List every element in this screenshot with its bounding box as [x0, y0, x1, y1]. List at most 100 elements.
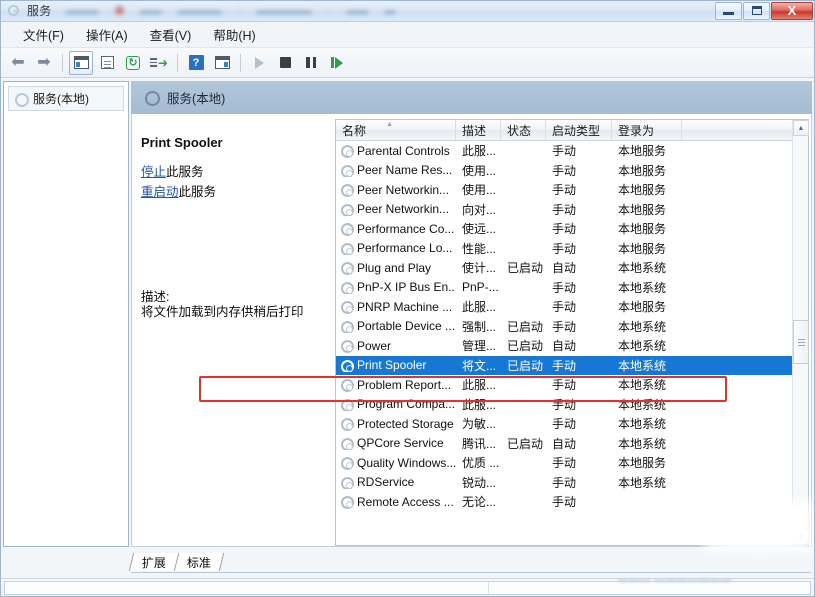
- table-row[interactable]: Parental Controls此服...手动本地服务: [336, 141, 808, 161]
- details-pane: 服务(本地) Print Spooler 停止此服务 重启动此服务 描述: 将文…: [131, 81, 812, 547]
- table-row[interactable]: Portable Device ...强制...已启动手动本地系统: [336, 317, 808, 337]
- cell-startup-type: 自动: [546, 259, 612, 276]
- obscured-text-5: ▬▬: [346, 5, 368, 17]
- tab-extended[interactable]: 扩展: [129, 553, 179, 571]
- table-row[interactable]: Peer Name Res...使用...手动本地服务: [336, 161, 808, 181]
- scrollbar-thumb[interactable]: [793, 320, 809, 364]
- table-row[interactable]: Peer Networkin...使用...手动本地服务: [336, 180, 808, 200]
- menu-action[interactable]: 操作(A): [75, 22, 139, 47]
- cell-description: 使计...: [456, 259, 501, 276]
- help-button[interactable]: ?: [184, 51, 208, 75]
- forward-button[interactable]: ➡: [32, 51, 56, 75]
- window-gear-icon: [6, 3, 22, 19]
- obscured-text-6: ▬: [384, 5, 395, 17]
- column-header-name[interactable]: 名称: [336, 120, 456, 140]
- back-button[interactable]: ⬅: [6, 51, 30, 75]
- cell-startup-type: 手动: [546, 181, 612, 198]
- stop-service-link[interactable]: 停止此服务: [141, 162, 216, 182]
- cell-name: RDService: [336, 475, 456, 489]
- tree-node-services-local[interactable]: 服务(本地): [8, 86, 124, 111]
- menu-help[interactable]: 帮助(H): [202, 22, 266, 47]
- cell-name: Peer Networkin...: [336, 183, 456, 197]
- cell-startup-type: 手动: [546, 474, 612, 491]
- table-row[interactable]: RDService锐动... 手动本地系统: [336, 473, 808, 493]
- properties-button[interactable]: [95, 51, 119, 75]
- cell-startup-type: 手动: [546, 201, 612, 218]
- cell-description: 向对...: [456, 201, 501, 218]
- table-row[interactable]: Program Compa...此服...手动本地系统: [336, 395, 808, 415]
- table-row[interactable]: Power管理...已启动自动本地系统: [336, 336, 808, 356]
- restart-service-button[interactable]: [325, 51, 349, 75]
- toolbar-separator: [62, 54, 63, 72]
- table-row[interactable]: PnP-X IP Bus En...PnP-...手动本地系统: [336, 278, 808, 298]
- minimize-button[interactable]: [715, 2, 742, 20]
- cell-name: Remote Access ...: [336, 495, 456, 509]
- export-list-button[interactable]: ➜: [147, 51, 171, 75]
- service-name-label: QPCore Service: [357, 436, 444, 450]
- table-row[interactable]: Performance Co...使远...手动本地服务: [336, 219, 808, 239]
- service-action-links: 停止此服务 重启动此服务: [141, 162, 216, 202]
- cell-description: 锐动...: [456, 474, 501, 491]
- menu-view[interactable]: 查看(V): [139, 22, 203, 47]
- toolbar-separator-2: [177, 54, 178, 72]
- toolbar-separator-3: [240, 54, 241, 72]
- table-row[interactable]: Problem Report...此服...手动本地系统: [336, 375, 808, 395]
- table-row[interactable]: Protected Storage为敏...手动本地系统: [336, 414, 808, 434]
- obscured-text-3: ▬▬▬▬: [178, 5, 222, 17]
- show-tree-button[interactable]: [69, 51, 93, 75]
- cell-log-on-as: 本地系统: [612, 376, 682, 393]
- services-list-rows: Parental Controls此服...手动本地服务Peer Name Re…: [336, 141, 808, 530]
- tabs-underline: [131, 572, 811, 573]
- cell-name: Power: [336, 339, 456, 353]
- table-row[interactable]: PNRP Machine ...此服...手动本地服务: [336, 297, 808, 317]
- refresh-button[interactable]: ↻: [121, 51, 145, 75]
- cell-log-on-as: 本地服务: [612, 181, 682, 198]
- show-tree-icon: [74, 56, 89, 69]
- cell-log-on-as: 本地系统: [612, 474, 682, 491]
- obscured-text-4: ▬▬▬▬▬: [256, 5, 311, 17]
- table-row[interactable]: Plug and Play使计...已启动自动本地系统: [336, 258, 808, 278]
- stop-service-button[interactable]: [273, 51, 297, 75]
- service-gear-icon: [340, 456, 353, 469]
- cell-log-on-as: 本地服务: [612, 240, 682, 257]
- menu-file[interactable]: 文件(F): [12, 22, 75, 47]
- scroll-up-button[interactable]: ▲: [793, 120, 809, 136]
- cell-description: 腾讯...: [456, 435, 501, 452]
- service-name-label: Power: [357, 339, 391, 353]
- tab-standard[interactable]: 标准: [174, 553, 225, 571]
- service-gear-icon: [340, 281, 353, 294]
- cell-description: PnP-...: [456, 280, 501, 294]
- column-header-status[interactable]: 状态: [501, 120, 546, 140]
- chevron-up-icon: ▲: [798, 125, 805, 132]
- service-name-label: Portable Device ...: [357, 319, 455, 333]
- window-title: 服务: [27, 2, 52, 19]
- cell-log-on-as: 本地服务: [612, 201, 682, 218]
- cell-status: 已启动: [501, 337, 546, 354]
- window-controls: X: [714, 0, 813, 21]
- cell-log-on-as: 本地服务: [612, 142, 682, 159]
- services-list-scrollbar[interactable]: ▲ ▼: [792, 120, 808, 545]
- table-row[interactable]: Peer Networkin...向对...手动本地服务: [336, 200, 808, 220]
- toggle-action-pane-button[interactable]: [210, 51, 234, 75]
- service-gear-icon: [340, 203, 353, 216]
- column-header-log-on-as[interactable]: 登录为: [612, 120, 682, 140]
- column-header-filler: [682, 120, 808, 140]
- close-button[interactable]: X: [771, 2, 813, 20]
- cell-description: 性能...: [456, 240, 501, 257]
- title-bar: 服务 ▬▬▬ ▬▬ ▬▬▬▬ | ▬▬▬▬▬ | ▬▬ ▬ X: [0, 0, 815, 22]
- column-header-description[interactable]: 描述: [456, 120, 501, 140]
- services-node-icon: [14, 92, 28, 106]
- cell-name: PnP-X IP Bus En...: [336, 280, 456, 294]
- service-gear-icon: [340, 261, 353, 274]
- restart-service-link[interactable]: 重启动此服务: [141, 182, 216, 202]
- table-row[interactable]: Print Spooler将文...已启动手动本地系统: [336, 356, 808, 376]
- pause-service-button[interactable]: [299, 51, 323, 75]
- obscured-text-1: ▬▬▬: [66, 5, 99, 17]
- table-row[interactable]: Quality Windows...优质 ...手动本地服务: [336, 453, 808, 473]
- table-row[interactable]: QPCore Service腾讯...已启动自动本地系统: [336, 434, 808, 454]
- start-service-button[interactable]: [247, 51, 271, 75]
- restore-button[interactable]: [743, 2, 770, 20]
- column-header-startup-type[interactable]: 启动类型: [546, 120, 612, 140]
- table-row[interactable]: Performance Lo...性能...手动本地服务: [336, 239, 808, 259]
- close-icon: X: [788, 3, 797, 18]
